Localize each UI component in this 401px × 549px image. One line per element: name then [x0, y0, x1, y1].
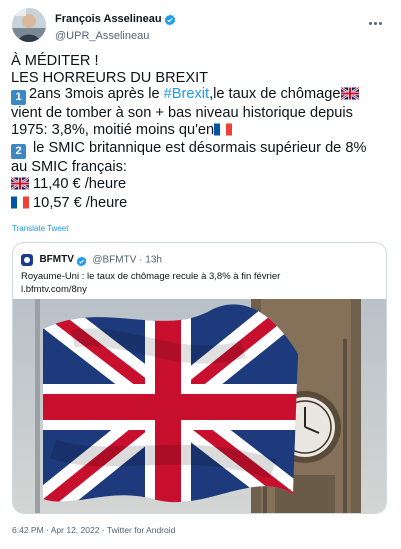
tweet-line: au SMIC français: [11, 159, 127, 176]
uk-wage-line: 11,40 € /heure [10, 175, 391, 195]
quoted-separator: · [136, 254, 146, 266]
tweet-footer: 6:42 PM · Apr 12, 2022 · Twitter for And… [12, 525, 175, 535]
translate-tweet-link[interactable]: Translate Tweet [12, 224, 68, 233]
france-flag-icon [11, 196, 29, 214]
tweet-body: À MÉDITER ! LES HORREURS DU BREXIT 1 2ans… [10, 53, 391, 214]
tweet-text: ,le taux de chômage [209, 86, 341, 103]
author-handle[interactable]: @UPR_Asselineau [55, 30, 176, 42]
tweet-header: François Asselineau @UPR_Asselineau [12, 8, 389, 44]
quoted-link[interactable]: l.bfmtv.com/8ny [21, 283, 381, 296]
uk-flag-icon [339, 86, 360, 105]
tweet-text: 2ans 3mois après le [29, 86, 164, 103]
tweet-source[interactable]: Twitter for Android [107, 525, 176, 535]
uk-flag-icon [10, 176, 30, 195]
quoted-author-name[interactable]: BFMTV [39, 254, 73, 265]
quoted-tweet-image[interactable] [13, 299, 386, 513]
tweet-date[interactable]: Apr 12, 2022 [51, 525, 100, 535]
uk-wage-text: 11,40 € /heure [29, 175, 127, 192]
tweet-line: 1975: 3,8%, moitié moins qu'en [11, 122, 391, 141]
tweet-text: le SMIC britannique est désormais supéri… [29, 140, 367, 157]
tweet-line-1: À MÉDITER ! [11, 53, 99, 69]
keycap-digit-icon: 1 [11, 90, 26, 106]
tweet: François Asselineau @UPR_Asselineau À MÉ… [0, 0, 401, 549]
author-names: François Asselineau @UPR_Asselineau [55, 10, 176, 42]
tweet-text: 1975: 3,8%, moitié moins qu'en [11, 121, 215, 138]
tweet-line-2: LES HORREURS DU BREXIT [11, 69, 209, 86]
quoted-text-line: Royaume-Uni : le taux de chômage recule … [21, 271, 281, 282]
quoted-time[interactable]: 13h [145, 254, 162, 265]
quoted-tweet-card[interactable]: BFMTV @BFMTV · 13h Royaume-Uni : le taux… [12, 242, 387, 514]
union-jack-big-ben-photo [13, 299, 386, 513]
hashtag-link[interactable]: #Brexit [164, 86, 209, 102]
tweet-point-1: 1 2ans 3mois après le #Brexit,le taux de … [11, 86, 391, 106]
footer-separator: · [43, 525, 51, 535]
quoted-author-handle: @BFMTV [92, 254, 137, 266]
tweet-time[interactable]: 6:42 PM [12, 525, 44, 535]
verified-badge-icon [76, 254, 88, 267]
more-options-icon[interactable] [369, 12, 387, 26]
fr-wage-text: 10,57 € /heure [29, 194, 128, 211]
verified-badge-icon [164, 13, 176, 26]
quoted-tweet-text: Royaume-Uni : le taux de chômage recule … [21, 270, 381, 296]
fr-wage-line: 10,57 € /heure [11, 195, 391, 214]
tweet-line: vient de tomber à son + bas niveau histo… [11, 105, 353, 122]
bfmtv-avatar[interactable] [21, 253, 33, 266]
france-flag-icon [214, 123, 233, 141]
quoted-tweet-header: BFMTV @BFMTV · 13h [21, 251, 162, 267]
tweet-point-2: 2 le SMIC britannique est désormais supé… [11, 140, 391, 160]
footer-separator: · [99, 525, 107, 535]
keycap-digit-icon: 2 [11, 144, 26, 160]
avatar[interactable] [12, 8, 46, 42]
author-display-name[interactable]: François Asselineau [55, 13, 162, 25]
